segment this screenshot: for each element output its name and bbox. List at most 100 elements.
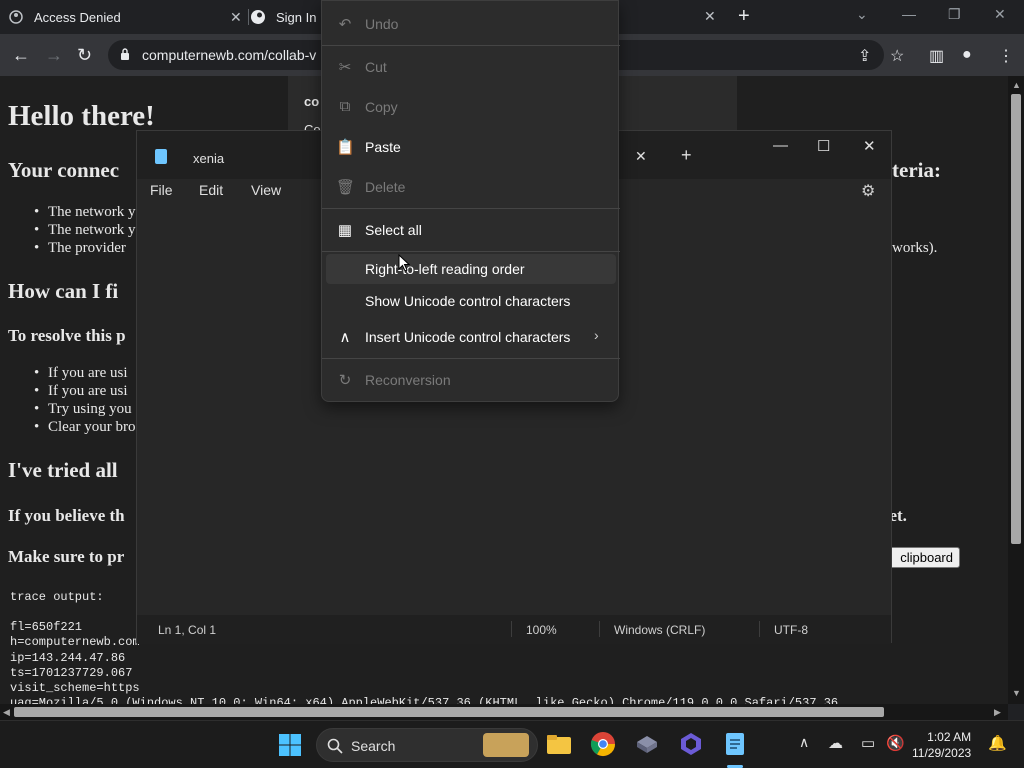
trace-line: fl=650f221: [10, 620, 83, 634]
tab-sign-in[interactable]: Sign In: [250, 0, 320, 34]
menu-item-rtl-reading-order[interactable]: Right-to-left reading order: [326, 254, 616, 284]
menu-item-delete[interactable]: 🗑 Delete: [326, 172, 616, 202]
menu-item-undo[interactable]: ↶ Undo: [326, 9, 616, 39]
menu-item-insert-unicode[interactable]: ∧ Insert Unicode control characters ›: [326, 322, 616, 352]
list-item: Try using you: [34, 401, 132, 418]
status-divider: [759, 621, 760, 637]
network-icon[interactable]: ▭: [861, 734, 875, 752]
chrome-menu-icon[interactable]: ⋮: [998, 46, 1014, 66]
close-tab-icon[interactable]: ✕: [230, 9, 242, 26]
lock-icon: [121, 48, 129, 60]
tab-title: Access Denied: [34, 9, 121, 25]
undo-icon: ↶: [338, 16, 352, 33]
scissors-icon: ✂: [338, 59, 352, 76]
criteria-tail: works).: [892, 240, 938, 256]
popup-title: co: [304, 94, 320, 109]
bookmark-star-icon[interactable]: ☆: [890, 46, 904, 66]
new-tab-icon[interactable]: +: [738, 5, 750, 28]
trace-line: h=computernewb.com: [10, 635, 140, 649]
volume-muted-icon[interactable]: 🔇: [886, 734, 905, 752]
list-item: The network y: [34, 222, 136, 239]
menu-edit[interactable]: Edit: [199, 182, 223, 198]
close-window-icon[interactable]: ✕: [994, 6, 1006, 23]
connection-heading: Your connec: [8, 158, 120, 182]
menu-separator: [322, 358, 620, 359]
close-tab-icon[interactable]: ✕: [635, 148, 647, 165]
minimize-icon[interactable]: —: [773, 137, 788, 154]
zoom-level: 100%: [526, 623, 557, 637]
menu-item-paste[interactable]: 📋 Paste: [326, 132, 616, 162]
show-hidden-icons-chevron-icon[interactable]: ∧: [799, 734, 809, 751]
virtualbox-icon[interactable]: [634, 731, 660, 757]
search-label: Search: [351, 738, 396, 754]
scroll-down-icon[interactable]: ▼: [1012, 688, 1021, 698]
menu-item-show-unicode[interactable]: Show Unicode control characters: [326, 286, 616, 316]
menu-item-reconversion[interactable]: ↻ Reconversion: [326, 365, 616, 395]
menu-item-label: Paste: [365, 139, 401, 155]
notification-bell-icon[interactable]: 🔔: [988, 734, 1007, 752]
encoding: UTF-8: [774, 623, 808, 637]
back-arrow-icon[interactable]: ←: [12, 45, 30, 66]
url-text[interactable]: computernewb.com/collab-v: [142, 47, 316, 63]
search-icon: [327, 738, 343, 754]
notepad-tab-title[interactable]: xenia: [193, 151, 224, 166]
line-ending: Windows (CRLF): [614, 623, 706, 637]
menu-view[interactable]: View: [251, 182, 281, 198]
scroll-left-icon[interactable]: ◀: [3, 707, 10, 718]
menu-item-label: Copy: [365, 99, 398, 115]
maximize-icon[interactable]: ☐: [817, 137, 830, 155]
scroll-up-icon[interactable]: ▲: [1012, 80, 1021, 90]
horizontal-scrollbar[interactable]: ◀ ▶: [0, 704, 1008, 720]
side-panel-icon[interactable]: ▥: [929, 46, 944, 66]
windows-start-icon[interactable]: [278, 733, 302, 757]
tab-access-denied[interactable]: Access Denied ✕: [8, 0, 248, 34]
scrollbar-thumb[interactable]: [1011, 94, 1021, 544]
menu-file[interactable]: File: [150, 182, 173, 198]
gear-icon[interactable]: ⚙: [861, 181, 875, 201]
cursor-position: Ln 1, Col 1: [158, 623, 217, 637]
taskbar-clock[interactable]: 1:02 AM 11/29/2023: [912, 729, 971, 761]
believe-heading: If you believe th: [8, 506, 125, 525]
menu-item-copy[interactable]: ⧉ Copy: [326, 92, 616, 122]
scrollbar-thumb[interactable]: [14, 707, 884, 717]
connection-heading-tail: teria:: [892, 158, 941, 182]
notepad-icon: [155, 149, 167, 164]
file-explorer-icon[interactable]: [546, 731, 572, 757]
page-heading: Hello there!: [8, 100, 155, 132]
trace-line: ts=1701237729.067: [10, 666, 133, 680]
new-tab-icon[interactable]: +: [681, 145, 692, 166]
provide-heading: Make sure to pr: [8, 547, 125, 566]
vertical-scrollbar[interactable]: ▲ ▼: [1008, 76, 1024, 704]
notepad-taskbar-icon[interactable]: [722, 731, 748, 757]
menu-item-label: Reconversion: [365, 372, 451, 388]
profile-icon[interactable]: ●: [962, 46, 972, 64]
menu-item-select-all[interactable]: ▦ Select all: [326, 215, 616, 245]
forward-arrow-icon[interactable]: →: [45, 45, 63, 66]
clipboard-icon: 📋: [336, 139, 355, 156]
reconversion-icon: ↻: [338, 372, 352, 389]
copilot-icon[interactable]: [678, 731, 704, 757]
share-icon[interactable]: ⇪: [858, 46, 871, 66]
menu-item-label: Right-to-left reading order: [365, 261, 525, 277]
scroll-right-icon[interactable]: ▶: [994, 707, 1001, 718]
restore-icon[interactable]: ❐: [948, 6, 961, 23]
trace-line: visit_scheme=https: [10, 681, 140, 695]
reload-icon[interactable]: ↻: [77, 45, 92, 66]
status-divider: [599, 621, 600, 637]
menu-item-label: Select all: [365, 222, 422, 238]
taskbar-search-box[interactable]: Search: [316, 728, 538, 762]
caret-icon: ∧: [339, 329, 351, 346]
status-divider: [511, 621, 512, 637]
chrome-icon[interactable]: [590, 731, 616, 757]
copy-icon: ⧉: [339, 98, 351, 115]
menu-item-label: Show Unicode control characters: [365, 293, 571, 309]
onedrive-icon[interactable]: ☁: [828, 734, 843, 752]
resolve-heading: To resolve this p: [8, 326, 126, 345]
menu-item-cut[interactable]: ✂ Cut: [326, 52, 616, 82]
copy-to-clipboard-button[interactable]: clipboard: [886, 547, 960, 568]
tab-search-chevron-icon[interactable]: ⌄: [856, 6, 868, 23]
minimize-icon[interactable]: —: [902, 6, 916, 22]
close-window-icon[interactable]: ✕: [863, 137, 876, 155]
trace-label: trace output:: [10, 590, 104, 604]
close-tab-icon[interactable]: ✕: [704, 8, 716, 25]
